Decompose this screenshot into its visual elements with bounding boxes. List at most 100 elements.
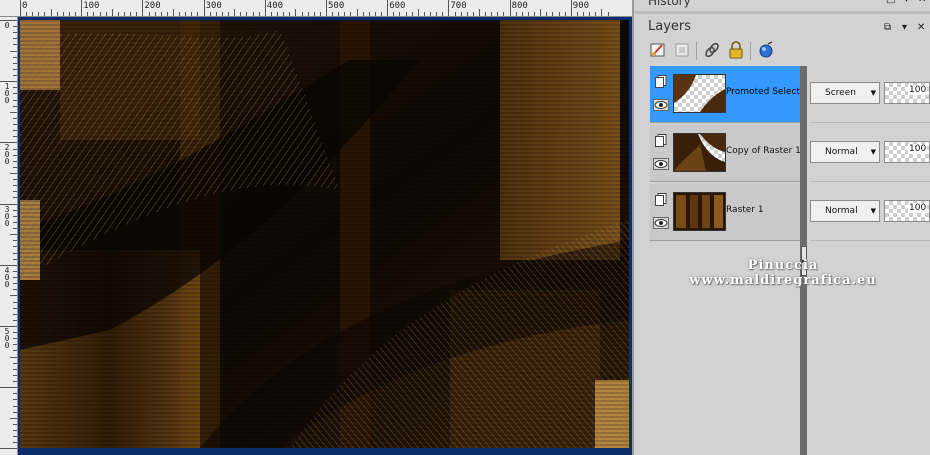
ruler-tick: [56, 12, 58, 16]
layer-row-promoted-selection[interactable]: Promoted Selection: [650, 66, 800, 123]
watermark-author: Pinuccia: [747, 258, 819, 273]
lock-icon[interactable]: [726, 40, 746, 60]
ruler-tick: [540, 9, 542, 16]
ruler-tick: [13, 130, 17, 132]
panel-divider[interactable]: [634, 11, 930, 14]
layer-name[interactable]: Raster 1: [726, 205, 800, 215]
ruler-tick: [13, 87, 17, 89]
visibility-eye-icon[interactable]: [653, 158, 669, 170]
ruler-tick: [13, 258, 17, 260]
opacity-slider[interactable]: 100: [884, 82, 930, 104]
ruler-tick: [503, 12, 505, 16]
ruler-tick: [13, 32, 17, 34]
ruler-tick: [13, 56, 17, 58]
ruler-tick: [13, 93, 17, 95]
ruler-label: 0: [22, 1, 28, 11]
dock-button[interactable]: □: [886, 0, 895, 5]
ruler-tick: [326, 0, 327, 16]
blend-mode-select[interactable]: Normal ▼: [810, 200, 880, 222]
ruler-tick: [13, 75, 17, 77]
ruler-tick: [332, 12, 334, 16]
ruler-tick: [319, 12, 321, 16]
ruler-tick: [374, 12, 376, 16]
paint-brush-icon[interactable]: [648, 40, 668, 60]
layer-name[interactable]: Copy of Raster 1: [726, 146, 800, 156]
visibility-eye-icon[interactable]: [653, 217, 669, 229]
layer-page-icon[interactable]: [655, 134, 667, 147]
blend-mode-select[interactable]: Screen ▼: [810, 82, 880, 104]
layer-properties-icon[interactable]: [672, 40, 692, 60]
ruler-tick: [13, 99, 17, 101]
ruler-tick: [10, 50, 17, 52]
ruler-tick: [405, 12, 407, 16]
ruler-tick: [442, 12, 444, 16]
image-canvas[interactable]: [20, 20, 629, 448]
visibility-eye-icon[interactable]: [653, 99, 669, 111]
ruler-tick: [13, 411, 17, 413]
ruler-tick: [13, 44, 17, 46]
ruler-tick: [13, 136, 17, 138]
ruler-tick: [13, 301, 17, 303]
ruler-tick: [270, 12, 272, 16]
layer-row-raster-1[interactable]: Raster 1: [650, 184, 800, 241]
ruler-tick: [148, 12, 150, 16]
ruler-tick: [13, 179, 17, 181]
ruler-tick: [13, 381, 17, 383]
ruler-tick: [381, 12, 383, 16]
ruler-label: 5 0 0: [4, 327, 10, 350]
ruler-tick: [301, 12, 303, 16]
dropdown-arrow-icon: ▼: [870, 89, 876, 97]
dock-button[interactable]: ⧉: [884, 22, 891, 33]
right-panel: History □ ▾ ✕ Layers ⧉ ▾ ✕: [632, 0, 930, 455]
ruler-tick: [0, 448, 17, 450]
canvas-workspace[interactable]: 0 100 200 300 400 500 600 700 800 900 0 1 0 0 2 0 0…: [0, 0, 632, 455]
ruler-tick: [13, 436, 17, 438]
layer-page-icon[interactable]: [655, 75, 667, 88]
vertical-ruler: 0 1 0 0 2 0 0 3 0 0 4 0 0 5 0 0: [0, 17, 18, 455]
blend-mode-value: Screen: [825, 88, 856, 98]
ruler-tick: [10, 111, 17, 113]
ruler-tick: [368, 12, 370, 16]
ruler-tick: [527, 12, 529, 16]
opacity-slider[interactable]: 100: [884, 141, 930, 163]
ruler-tick: [99, 12, 101, 16]
panel-menu-arrow-icon[interactable]: ▾: [904, 0, 909, 5]
layer-row-copy-of-raster-1[interactable]: Copy of Raster 1: [650, 125, 800, 182]
ruler-tick: [13, 368, 17, 370]
blend-mode-select[interactable]: Normal ▼: [810, 141, 880, 163]
layer-name[interactable]: Promoted Selection: [726, 87, 800, 97]
ruler-tick: [430, 12, 432, 16]
ruler-tick: [460, 12, 462, 16]
layer-page-icon[interactable]: [655, 193, 667, 206]
ruler-tick: [38, 12, 40, 16]
ruler-tick: [68, 12, 70, 16]
ruler-tick: [203, 0, 205, 16]
link-icon[interactable]: [702, 40, 722, 60]
ruler-tick: [576, 12, 578, 16]
ruler-tick: [558, 12, 560, 16]
close-icon[interactable]: ✕: [917, 22, 925, 33]
layer-style-icon[interactable]: [756, 40, 776, 60]
layer-blend-row: Normal ▼ 100: [810, 184, 930, 241]
close-icon[interactable]: ✕: [918, 0, 926, 5]
ruler-tick: [87, 12, 89, 16]
ruler-tick: [387, 0, 389, 16]
watermark-url: www.maldiregrafica.eu: [689, 273, 877, 288]
ruler-tick: [160, 12, 162, 16]
ruler-tick: [485, 12, 487, 16]
ruler-tick: [13, 319, 17, 321]
ruler-tick: [13, 68, 17, 70]
ruler-label: 0: [4, 21, 10, 30]
ruler-tick: [583, 12, 585, 16]
panel-menu-arrow-icon[interactable]: ▾: [902, 22, 907, 33]
ruler-tick: [173, 9, 174, 16]
ruler-tick: [13, 374, 17, 376]
ruler-label: 100: [83, 1, 100, 11]
ruler-tick: [338, 12, 340, 16]
ruler-tick: [13, 221, 17, 223]
ruler-tick: [44, 12, 46, 16]
opacity-slider[interactable]: 100: [884, 200, 930, 222]
history-panel-title: History: [648, 0, 691, 8]
ruler-tick: [13, 405, 17, 407]
ruler-tick: [26, 12, 28, 16]
